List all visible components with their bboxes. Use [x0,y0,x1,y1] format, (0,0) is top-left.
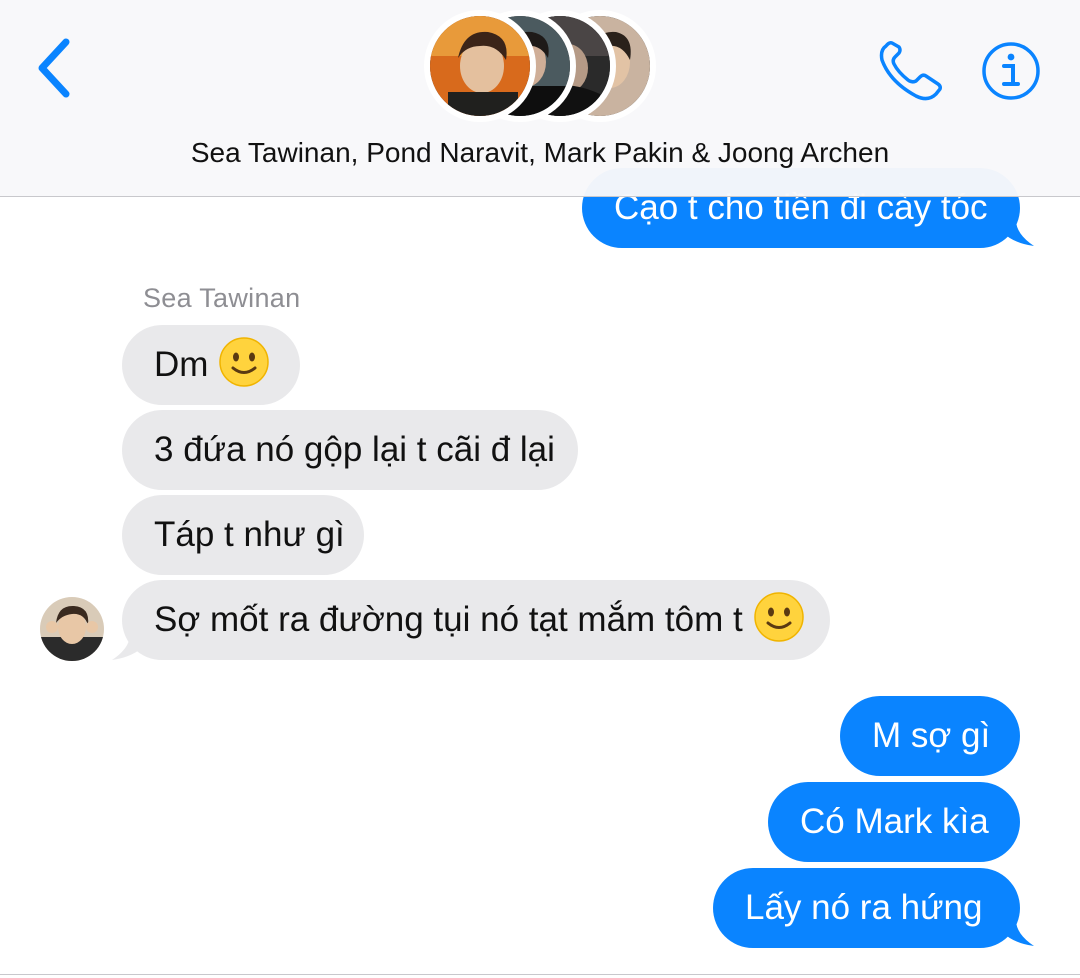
message-text: M sợ gì [872,716,991,755]
message-bubble-incoming[interactable]: 3 đứa nó gộp lại t cãi đ lại [122,410,578,490]
message-bubble-incoming[interactable]: Sợ mốt ra đường tụi nó tạt mắm tôm t [122,580,830,660]
group-avatars[interactable] [424,10,664,122]
message-bubble-outgoing[interactable]: Lấy nó ra hứng [713,868,1020,948]
divider [0,974,1080,975]
smiling-face-emoji [219,337,270,387]
message-text: 3 đứa nó gộp lại t cãi đ lại [154,430,555,469]
message-text: Lấy nó ra hứng [745,888,983,927]
info-icon[interactable] [980,40,1042,102]
message-text: Dm [154,345,209,384]
message-bubble-outgoing[interactable]: M sợ gì [840,696,1020,776]
message-text: Có Mark kìa [800,802,989,841]
message-text: Sợ mốt ra đường tụi nó tạt mắm tôm t [154,600,743,639]
bubble-tail [112,634,152,660]
message-bubble-incoming[interactable]: Táp t như gì [122,495,364,575]
smiling-face-emoji [753,592,804,642]
bubble-tail [994,920,1034,946]
sender-name: Sea Tawinan [143,283,301,313]
message-bubble-incoming[interactable]: Dm [122,325,300,405]
conversation-header: Sea Tawinan, Pond Naravit, Mark Pakin & … [0,0,1080,197]
phone-icon[interactable] [876,40,944,104]
message-bubble-outgoing[interactable]: Có Mark kìa [768,782,1020,862]
sender-avatar[interactable] [40,597,104,661]
message-text: Táp t như gì [154,515,345,554]
member-avatar [424,10,536,122]
chevron-left-icon[interactable] [34,36,78,100]
avatar-photo [40,597,104,661]
conversation-members[interactable]: Sea Tawinan, Pond Naravit, Mark Pakin & … [0,137,1080,169]
bubble-tail [994,220,1034,246]
